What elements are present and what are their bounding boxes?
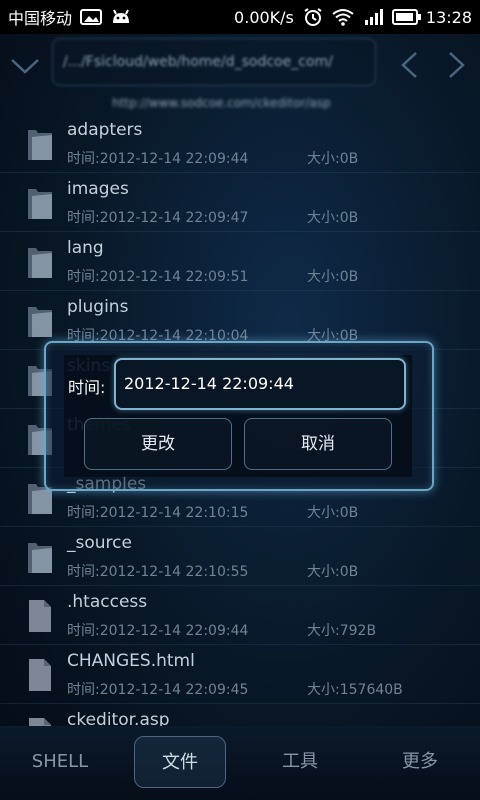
tab-shell[interactable]: SHELL (12, 736, 108, 788)
file-name: plugins (67, 297, 129, 317)
file-row[interactable]: _source 时间:2012-12-14 22:10:55 大小:0B (0, 527, 480, 586)
path-toolbar: /.../Fsicloud/web/home/d_sodcoe_com/ (0, 34, 480, 94)
network-speed: 0.00K/s (234, 7, 294, 27)
file-row[interactable]: images 时间:2012-12-14 22:09:47 大小:0B (0, 173, 480, 232)
file-size: 大小:157640B (307, 682, 403, 698)
folder-icon (26, 244, 54, 280)
alarm-icon (302, 8, 324, 26)
file-name: adapters (67, 120, 143, 140)
cancel-button[interactable]: 取消 (244, 418, 392, 470)
url-subtitle: http://www.sodcoe.com/ckeditor/asp (112, 96, 331, 110)
battery-icon (391, 9, 421, 25)
file-time: 时间:2012-12-14 22:10:55 (67, 564, 249, 580)
file-size: 大小:0B (307, 269, 359, 285)
chevron-left-icon[interactable] (398, 50, 420, 80)
file-size: 大小:0B (307, 505, 359, 521)
clock: 13:28 (425, 7, 472, 27)
file-time: 时间:2012-12-14 22:09:47 (67, 210, 249, 226)
file-name: .htaccess (67, 592, 148, 612)
signal-icon (362, 8, 384, 26)
file-time: 时间:2012-12-14 22:10:15 (67, 505, 249, 521)
file-name: lang (67, 238, 104, 258)
file-time: 时间:2012-12-14 22:09:45 (67, 682, 249, 698)
bottom-tab-bar: SHELL 文件 工具 更多 (0, 726, 480, 800)
time-input[interactable]: 2012-12-14 22:09:44 (114, 358, 406, 410)
file-size: 大小:0B (307, 564, 359, 580)
change-button[interactable]: 更改 (84, 418, 232, 470)
wifi-icon (332, 8, 354, 26)
android-icon (110, 8, 132, 26)
carrier-name: 中国移动 (8, 9, 73, 28)
folder-icon (26, 303, 54, 339)
file-row[interactable]: .htaccess 时间:2012-12-14 22:09:44 大小:792B (0, 586, 480, 645)
file-name: CHANGES.html (67, 651, 195, 671)
file-time: 时间:2012-12-14 22:09:51 (67, 269, 249, 285)
file-row[interactable]: adapters 时间:2012-12-14 22:09:44 大小:0B (0, 114, 480, 173)
file-time: 时间:2012-12-14 22:09:44 (67, 151, 249, 167)
tab-files[interactable]: 文件 (134, 736, 226, 788)
tab-tools[interactable]: 工具 (252, 736, 348, 788)
folder-icon (26, 185, 54, 221)
file-row[interactable]: CHANGES.html 时间:2012-12-14 22:09:45 大小:157… (0, 645, 480, 704)
chevron-right-icon[interactable] (446, 50, 468, 80)
file-icon (26, 657, 54, 693)
chevron-down-icon[interactable] (10, 50, 40, 80)
file-size: 大小:0B (307, 210, 359, 226)
folder-icon (26, 539, 54, 575)
file-size: 大小:792B (307, 623, 377, 639)
path-input[interactable]: /.../Fsicloud/web/home/d_sodcoe_com/ (52, 38, 376, 86)
file-name: _source (67, 533, 132, 553)
file-name: images (67, 179, 129, 199)
battery-level (395, 13, 414, 21)
tab-more[interactable]: 更多 (372, 736, 468, 788)
file-icon (26, 598, 54, 634)
time-label: 时间: (68, 378, 106, 397)
file-size: 大小:0B (307, 151, 359, 167)
file-time: 时间:2012-12-14 22:09:44 (67, 623, 249, 639)
file-row[interactable]: lang 时间:2012-12-14 22:09:51 大小:0B (0, 232, 480, 291)
image-icon (80, 8, 103, 26)
folder-icon (26, 126, 54, 162)
status-bar: 中国移动 0.00K/s 13:28 (0, 0, 480, 34)
